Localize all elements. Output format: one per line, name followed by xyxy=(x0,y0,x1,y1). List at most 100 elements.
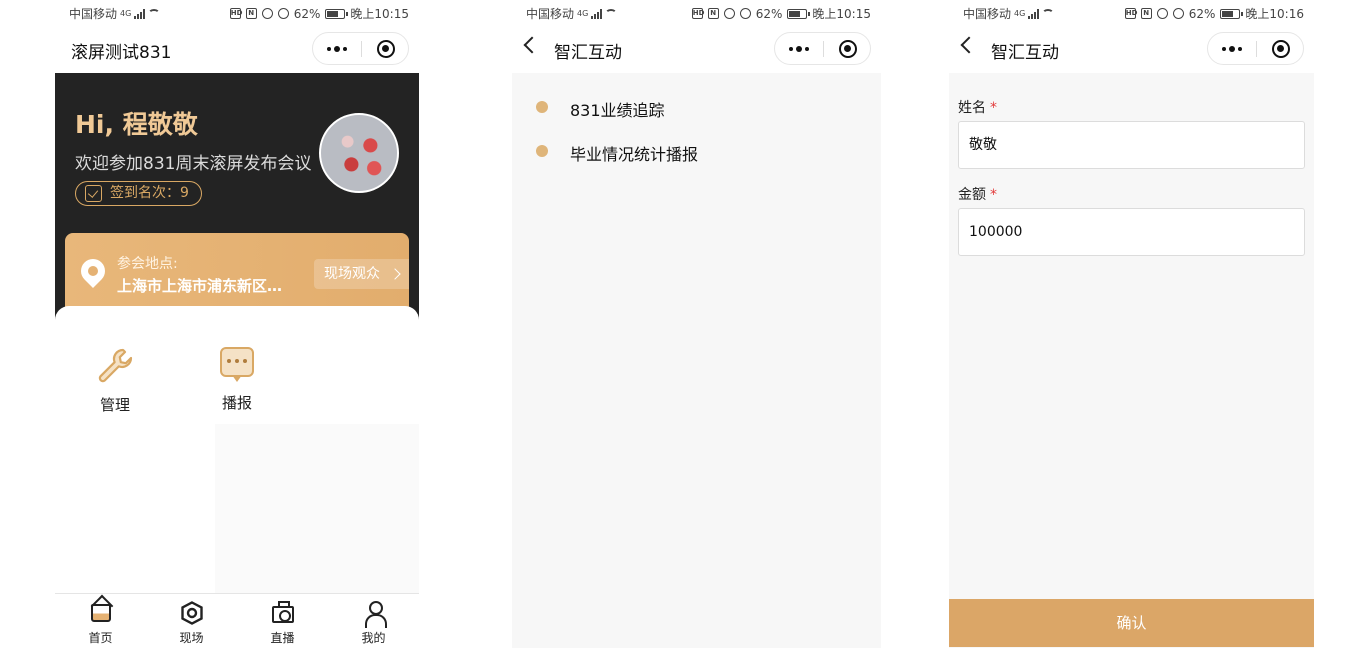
home-screen: 中国移动 4G HD N 62% 晚上10:15 滚屏测试831 Hi, 程敬敬… xyxy=(55,0,419,648)
live-audience-button[interactable]: 现场观众 xyxy=(314,259,409,289)
network-type: 4G xyxy=(120,9,132,18)
status-bar: 中国移动 4G HD N 62% 晚上10:15 xyxy=(512,0,881,24)
tab-live[interactable]: 直播 xyxy=(237,594,328,648)
amount-field[interactable]: 100000 xyxy=(958,208,1305,256)
name-label-text: 姓名 xyxy=(958,100,986,116)
required-mark: * xyxy=(990,100,997,116)
nav-bar: 滚屏测试831 xyxy=(55,24,419,73)
signal-icon xyxy=(134,8,146,19)
wifi-icon xyxy=(148,9,161,18)
nav-bar: 智汇互动 xyxy=(949,24,1314,73)
close-miniprogram-button[interactable] xyxy=(839,40,857,58)
battery-percent: 62% xyxy=(755,6,783,21)
sheet-shade xyxy=(215,424,419,593)
mute-icon xyxy=(277,8,289,19)
capsule-divider xyxy=(823,41,824,57)
camera-icon xyxy=(271,601,294,623)
signal-icon xyxy=(1028,8,1040,19)
miniprogram-capsule xyxy=(1207,32,1304,65)
tab-label: 首页 xyxy=(88,631,113,645)
network-type: 4G xyxy=(1014,9,1026,18)
tab-bar: 首页 现场 直播 我的 xyxy=(55,593,419,648)
checkin-icon xyxy=(85,185,102,202)
interaction-list: 831业绩追踪 毕业情况统计播报 xyxy=(512,73,881,164)
carrier-name: 中国移动 xyxy=(526,7,575,21)
chat-bubble-icon xyxy=(219,346,255,384)
location-address: 上海市上海市浦东新区… xyxy=(117,277,283,295)
status-right: HD N 62% 晚上10:15 xyxy=(691,5,871,22)
checkin-text: 签到名次：9 xyxy=(110,185,189,201)
nfc-icon: N xyxy=(1140,8,1152,19)
wifi-icon xyxy=(1042,9,1055,18)
network-type: 4G xyxy=(577,9,589,18)
hero-panel: Hi, 程敬敬 欢迎参加831周末滚屏发布会议 签到名次：9 参会地点: 上海市… xyxy=(55,73,419,323)
nfc-icon: N xyxy=(707,8,719,19)
battery-percent: 62% xyxy=(293,6,321,21)
home-icon xyxy=(90,604,111,622)
location-label: 参会地点: xyxy=(117,256,178,272)
location-pin-icon xyxy=(76,254,110,288)
carrier-info: 中国移动 4G xyxy=(526,5,618,22)
more-button[interactable] xyxy=(775,33,823,64)
tab-label: 现场 xyxy=(179,631,204,645)
more-button[interactable] xyxy=(313,33,361,64)
page-title: 滚屏测试831 xyxy=(71,43,172,63)
avatar[interactable] xyxy=(319,113,399,193)
hd-icon: HD xyxy=(691,8,705,19)
alarm-icon xyxy=(261,8,273,19)
grid-item-broadcast[interactable]: 播报 xyxy=(192,346,282,413)
tab-venue[interactable]: 现场 xyxy=(146,594,237,648)
confirm-button[interactable]: 确认 xyxy=(949,599,1314,647)
list-item[interactable]: 831业绩追踪 xyxy=(512,73,881,120)
name-field[interactable]: 敬敬 xyxy=(958,121,1305,169)
mute-icon xyxy=(739,8,751,19)
list-item[interactable]: 毕业情况统计播报 xyxy=(512,117,881,164)
back-arrow-icon[interactable] xyxy=(960,36,978,54)
clock: 晚上10:15 xyxy=(350,7,409,21)
miniprogram-capsule xyxy=(312,32,409,65)
tab-label: 直播 xyxy=(270,631,295,645)
bullet-dot xyxy=(536,145,548,157)
nav-bar: 智汇互动 xyxy=(512,24,881,73)
alarm-icon xyxy=(1156,8,1168,19)
battery-percent: 62% xyxy=(1188,6,1216,21)
list-item-label: 毕业情况统计播报 xyxy=(570,145,699,164)
amount-field-label: 金额 * xyxy=(958,184,997,204)
page-title: 智汇互动 xyxy=(554,43,622,63)
nfc-icon: N xyxy=(245,8,257,19)
more-button[interactable] xyxy=(1208,33,1256,64)
grid-item-manage[interactable]: 管理 xyxy=(70,346,160,415)
page-title: 智汇互动 xyxy=(991,43,1059,63)
tab-home[interactable]: 首页 xyxy=(55,594,146,648)
wrench-icon xyxy=(98,348,133,383)
hd-icon: HD xyxy=(1124,8,1138,19)
bullet-dot xyxy=(536,101,548,113)
grid-item-label: 管理 xyxy=(99,396,130,414)
name-field-label: 姓名 * xyxy=(958,97,997,117)
status-right: HD N 62% 晚上10:15 xyxy=(229,5,409,22)
grid-item-label: 播报 xyxy=(221,394,252,412)
clock: 晚上10:15 xyxy=(812,7,871,21)
status-bar: 中国移动 4G HD N 62% 晚上10:15 xyxy=(55,0,419,24)
back-arrow-icon[interactable] xyxy=(523,36,541,54)
function-sheet: 管理 播报 xyxy=(55,306,419,593)
greeting: Hi, 程敬敬 xyxy=(75,110,198,139)
capsule-divider xyxy=(1256,41,1257,57)
miniprogram-capsule xyxy=(774,32,871,65)
form-screen: 中国移动 4G HD N 62% 晚上10:16 智汇互动 姓名 * 敬敬 金额 *… xyxy=(949,0,1314,648)
carrier-info: 中国移动 4G xyxy=(963,5,1055,22)
close-miniprogram-button[interactable] xyxy=(1272,40,1290,58)
battery-icon xyxy=(325,8,349,19)
signal-icon xyxy=(591,8,603,19)
tab-mine[interactable]: 我的 xyxy=(328,594,419,648)
mute-icon xyxy=(1172,8,1184,19)
close-miniprogram-button[interactable] xyxy=(377,40,395,58)
tab-label: 我的 xyxy=(361,631,386,645)
alarm-icon xyxy=(723,8,735,19)
hexagon-icon xyxy=(180,601,203,625)
carrier-info: 中国移动 4G xyxy=(69,5,161,22)
required-mark: * xyxy=(990,187,997,203)
interaction-list-screen: 中国移动 4G HD N 62% 晚上10:15 智汇互动 831业绩追踪 毕业… xyxy=(512,0,881,648)
hd-icon: HD xyxy=(229,8,243,19)
carrier-name: 中国移动 xyxy=(963,7,1012,21)
